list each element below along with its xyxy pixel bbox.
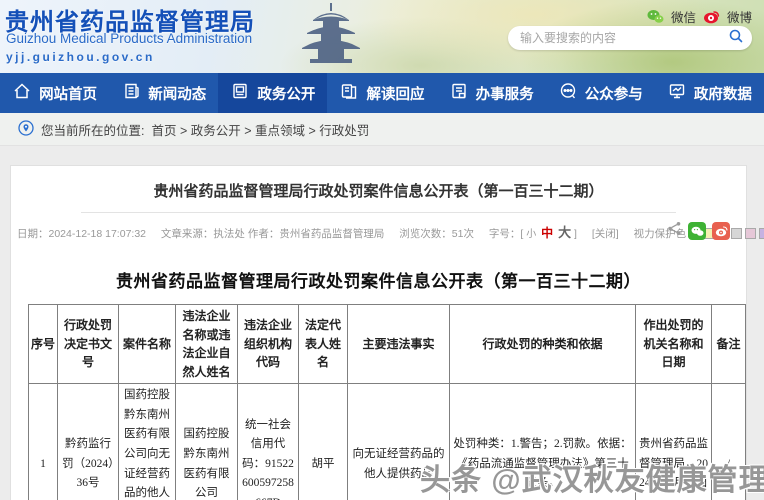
table-header-cell: 案件名称 [118, 303, 176, 385]
font-size-suffix: ] [574, 228, 577, 240]
eye-protect-swatch[interactable] [758, 228, 764, 239]
eye-protect-swatch[interactable] [730, 228, 742, 239]
close-button[interactable]: [关闭] [592, 228, 619, 240]
main-nav: 网站首页 新闻动态 政务公开 解读回应 办事服务 公众参与 政府数据 [0, 73, 764, 113]
font-size-prefix: 字号：[ [488, 228, 524, 240]
table-header-cell: 违法企业组织机构代码 [237, 303, 299, 385]
table-cell: 1 [28, 383, 58, 500]
site-subtitle-en: Guizhou Medical Products Administration [6, 31, 253, 46]
table-header-cell: 主要违法事实 [347, 303, 450, 385]
table-cell: 处罚种类：1.警告；2.罚款。依据：《药品流通监督管理办法》第三十五条。 [449, 383, 636, 500]
nav-label: 政府数据 [693, 86, 752, 103]
search-icon[interactable] [728, 28, 744, 49]
nav-label: 公众参与 [584, 86, 643, 103]
meta-source-author: 文章来源：执法处 作者：贵州省药品监督管理局 [160, 228, 385, 240]
font-size-control: 字号：[ 小 中 大 ] [488, 225, 577, 240]
page-title: 贵州省药品监督管理局行政处罚案件信息公开表（第一百三十二期） [153, 183, 604, 200]
weibo-link[interactable]: 微博 [727, 7, 752, 26]
table-cell: 黔药监行罚（2024）36号 [57, 383, 119, 500]
penalty-table: 序号 行政处罚决定书文号 案件名称 违法企业名称或违法企业自然人姓名 违法企业组织机构代… [28, 303, 746, 500]
interpret-icon [339, 81, 359, 105]
table-header-cell: 违法企业名称或违法企业自然人姓名 [175, 303, 238, 385]
gov-data-icon [667, 81, 687, 105]
share-weibo-icon[interactable] [712, 222, 730, 240]
participation-icon [558, 81, 578, 105]
table-header-row: 序号 行政处罚决定书文号 案件名称 违法企业名称或违法企业自然人姓名 违法企业组织机构代… [28, 303, 746, 385]
search-bar [508, 26, 752, 50]
nav-item-participation[interactable]: 公众参与 [546, 73, 655, 113]
table-cell: 向无证经营药品的他人提供药品 [347, 383, 450, 500]
table-header-cell: 序号 [28, 303, 58, 385]
location-pin-icon [18, 119, 34, 139]
table-cell: 国药控股黔东南州医药有限公司向无证经营药品的他人提供药品案 [118, 383, 176, 500]
nav-label: 政务公开 [257, 86, 316, 103]
breadcrumb-prefix: 您当前所在的位置: [41, 123, 145, 138]
nav-item-interpret[interactable]: 解读回应 [327, 73, 436, 113]
nav-item-gov-data[interactable]: 政府数据 [655, 73, 764, 113]
nav-label: 办事服务 [475, 86, 534, 103]
table-header-cell: 作出处罚的机关名称和日期 [635, 303, 712, 385]
home-icon [12, 81, 32, 105]
nav-item-services[interactable]: 办事服务 [437, 73, 546, 113]
nav-label: 网站首页 [39, 86, 98, 103]
font-size-small-button[interactable]: 小 [526, 229, 536, 240]
share-wechat-icon[interactable] [688, 222, 706, 240]
article-panel: 贵州省药品监督管理局行政处罚案件信息公开表（第一百三十二期） 日期：2024-1… [10, 165, 764, 500]
share-row [667, 221, 730, 241]
table-row: 1黔药监行罚（2024）36号国药控股黔东南州医药有限公司向无证经营药品的他人提… [28, 383, 746, 500]
table-cell: 统一社会信用代码：91522600597258667D [237, 383, 299, 500]
nav-label: 解读回应 [366, 86, 425, 103]
news-icon [121, 81, 141, 105]
site-banner: 贵州省药品监督管理局 Guizhou Medical Products Admi… [0, 0, 764, 73]
nav-label: 新闻动态 [148, 86, 207, 103]
table-cell: 胡平 [298, 383, 348, 500]
share-icon[interactable] [667, 221, 682, 241]
article-meta: 日期：2024-12-18 17:07:32 文章来源：执法处 作者：贵州省药品… [11, 222, 764, 241]
wechat-link[interactable]: 微信 [671, 7, 696, 26]
nav-item-news[interactable]: 新闻动态 [109, 73, 218, 113]
wechat-icon[interactable] [647, 9, 664, 24]
title-divider [81, 212, 676, 213]
font-size-medium-button[interactable]: 中 [541, 226, 553, 240]
service-icon [449, 81, 469, 105]
breadcrumb: 您当前所在的位置: 首页 > 政务公开 > 重点领域 > 行政处罚 [0, 113, 764, 146]
content-area: 贵州省药品监督管理局行政处罚案件信息公开表（第一百三十二期） 日期：2024-1… [0, 146, 764, 500]
table-cell: 贵州省药品监督管理局，2024年12月16日 [635, 383, 712, 500]
table-header-cell: 行政处罚的种类和依据 [449, 303, 636, 385]
meta-date: 日期：2024-12-18 17:07:32 [17, 228, 146, 240]
font-size-large-button[interactable]: 大 [558, 225, 571, 240]
table-cell: / [711, 383, 746, 500]
site-url: yjj.guizhou.gov.cn [6, 50, 155, 64]
breadcrumb-path[interactable]: 首页 > 政务公开 > 重点领域 > 行政处罚 [151, 120, 369, 139]
nav-item-home[interactable]: 网站首页 [0, 73, 109, 113]
meta-views: 浏览次数：51次 [399, 228, 474, 240]
weibo-icon[interactable] [703, 9, 720, 24]
pagoda-illustration [300, 2, 362, 73]
table-cell: 国药控股黔东南州医药有限公司 [175, 383, 238, 500]
table-header-cell: 行政处罚决定书文号 [57, 303, 119, 385]
table-header-cell: 备注 [711, 303, 746, 385]
table-header-cell: 法定代表人姓名 [298, 303, 348, 385]
table-title: 贵州省药品监督管理局行政处罚案件信息公开表（第一百三十二期） [116, 272, 641, 291]
nav-item-gov-info[interactable]: 政务公开 [218, 73, 328, 113]
gov-info-icon [230, 81, 250, 105]
social-links: 微信 微博 [647, 7, 752, 26]
eye-protect-swatch[interactable] [744, 228, 756, 239]
search-input[interactable] [520, 31, 728, 45]
